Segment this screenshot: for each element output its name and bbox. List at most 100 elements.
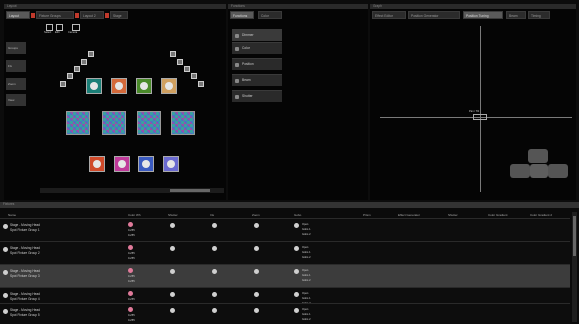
shutter-icon[interactable] bbox=[170, 292, 175, 297]
spot-fixture-left-5[interactable] bbox=[60, 81, 66, 87]
gobo-open[interactable]: Open bbox=[302, 246, 308, 249]
gobo-icon[interactable] bbox=[294, 292, 299, 297]
color-wheel-icon[interactable] bbox=[128, 245, 133, 250]
gobo-1[interactable]: Gobo 1 bbox=[302, 313, 311, 316]
gobo-open[interactable]: Open bbox=[302, 223, 308, 226]
zoom-icon[interactable] bbox=[254, 269, 259, 274]
pad-top-key[interactable] bbox=[528, 149, 548, 163]
gobo-1[interactable]: Gobo 1 bbox=[302, 251, 311, 254]
gobo-2[interactable]: Gobo 2 bbox=[302, 279, 311, 282]
tab-effect-editor[interactable]: Effect Editor bbox=[372, 11, 406, 19]
zoom-icon[interactable] bbox=[254, 223, 259, 228]
tab-position-tuning[interactable]: Position Tuning bbox=[463, 11, 503, 19]
table-row[interactable]: Stage - Moving Head Spot Fixture Group 5… bbox=[0, 303, 570, 324]
zoom-icon[interactable] bbox=[254, 246, 259, 251]
tab-layout[interactable]: Layout bbox=[6, 11, 30, 19]
gobo-1[interactable]: Gobo 1 bbox=[302, 297, 311, 300]
spot-fixture-left-1[interactable] bbox=[88, 51, 94, 57]
pad-mid-key[interactable] bbox=[530, 164, 548, 178]
gobo-icon[interactable] bbox=[294, 269, 299, 274]
select-tool-icon[interactable] bbox=[46, 24, 53, 31]
led-matrix-3[interactable] bbox=[137, 111, 161, 135]
gobo-open[interactable]: Open bbox=[302, 308, 308, 311]
gobo-icon[interactable] bbox=[294, 246, 299, 251]
gobo-2[interactable]: Gobo 2 bbox=[302, 233, 311, 236]
moving-head-4[interactable] bbox=[161, 78, 177, 94]
graph-center-handle[interactable] bbox=[473, 114, 487, 120]
gobo-open[interactable]: Open bbox=[302, 269, 308, 272]
row-indicator-icon bbox=[3, 270, 8, 275]
gobo-open[interactable]: Open bbox=[302, 292, 308, 295]
moving-head-3[interactable] bbox=[136, 78, 152, 94]
moving-head-5[interactable] bbox=[89, 156, 105, 172]
table-row[interactable]: Stage - Moving Head Spot Fixture Group 2… bbox=[0, 241, 570, 264]
iris-icon[interactable] bbox=[212, 246, 217, 251]
gobo-icon[interactable] bbox=[294, 223, 299, 228]
shutter-icon[interactable] bbox=[170, 308, 175, 313]
tab-layout-2[interactable]: Layout 2 bbox=[80, 11, 104, 19]
moving-head-6[interactable] bbox=[114, 156, 130, 172]
table-scrollbar[interactable] bbox=[572, 212, 577, 322]
table-row[interactable]: Stage - Moving Head Spot Fixture Group 1… bbox=[0, 218, 570, 241]
function-beam[interactable]: Beam bbox=[232, 74, 282, 86]
pad-left-key[interactable] bbox=[510, 164, 530, 178]
spot-fixture-right-5[interactable] bbox=[198, 81, 204, 87]
camera-tool-icon[interactable] bbox=[72, 24, 80, 31]
function-color[interactable]: Color bbox=[232, 42, 282, 54]
spot-fixture-left-4[interactable] bbox=[67, 73, 73, 79]
function-position[interactable]: Position bbox=[232, 58, 282, 70]
gobo-2[interactable]: Gobo 2 bbox=[302, 318, 311, 321]
color-wheel-icon[interactable] bbox=[128, 307, 133, 312]
scroll-thumb[interactable] bbox=[170, 189, 210, 192]
side-fix[interactable]: Fix bbox=[6, 60, 26, 72]
side-view[interactable]: View bbox=[6, 94, 26, 106]
iris-icon[interactable] bbox=[212, 223, 217, 228]
gobo-icon[interactable] bbox=[294, 308, 299, 313]
tab-functions[interactable]: Functions bbox=[230, 11, 254, 19]
spot-fixture-left-3[interactable] bbox=[74, 66, 80, 72]
gobo-2[interactable]: Gobo 2 bbox=[302, 256, 311, 259]
moving-head-1[interactable] bbox=[86, 78, 102, 94]
tab-stage[interactable]: Stage bbox=[110, 11, 128, 19]
functions-title: Functions bbox=[231, 4, 245, 8]
moving-head-8[interactable] bbox=[163, 156, 179, 172]
led-matrix-2[interactable] bbox=[102, 111, 126, 135]
spot-fixture-right-3[interactable] bbox=[184, 66, 190, 72]
color-wheel-icon[interactable] bbox=[128, 291, 133, 296]
spot-fixture-right-4[interactable] bbox=[191, 73, 197, 79]
gobo-1[interactable]: Gobo 1 bbox=[302, 274, 311, 277]
side-groups[interactable]: Groups bbox=[6, 42, 26, 54]
tab-timing[interactable]: Timing bbox=[528, 11, 550, 19]
moving-head-2[interactable] bbox=[111, 78, 127, 94]
spot-fixture-left-2[interactable] bbox=[81, 59, 87, 65]
zoom-icon[interactable] bbox=[254, 292, 259, 297]
shutter-icon[interactable] bbox=[170, 223, 175, 228]
shutter-icon[interactable] bbox=[170, 246, 175, 251]
iris-icon[interactable] bbox=[212, 308, 217, 313]
position-pad[interactable] bbox=[510, 144, 570, 190]
spot-fixture-right-2[interactable] bbox=[177, 59, 183, 65]
tab-position-generator[interactable]: Position Generator bbox=[408, 11, 460, 19]
side-zoom[interactable]: Zoom bbox=[6, 78, 26, 90]
led-matrix-1[interactable] bbox=[66, 111, 90, 135]
gobo-1[interactable]: Gobo 1 bbox=[302, 228, 311, 231]
table-row-selected[interactable]: Stage - Moving Head Spot Fixture Group 3… bbox=[0, 264, 570, 287]
zoom-icon[interactable] bbox=[254, 308, 259, 313]
function-shutter[interactable]: Shutter bbox=[232, 90, 282, 102]
color-wheel-icon[interactable] bbox=[128, 222, 133, 227]
horizontal-scrollbar[interactable] bbox=[40, 188, 224, 193]
iris-icon[interactable] bbox=[212, 292, 217, 297]
pad-right-key[interactable] bbox=[548, 164, 568, 178]
tab-fixture-groups[interactable]: Fixture Groups bbox=[36, 11, 74, 19]
tab-beam[interactable]: Beam bbox=[506, 11, 526, 19]
function-dimmer[interactable]: Dimmer bbox=[232, 29, 282, 41]
table-scroll-thumb[interactable] bbox=[573, 216, 576, 256]
tab-color[interactable]: Color bbox=[258, 11, 282, 19]
color-wheel-icon[interactable] bbox=[128, 268, 133, 273]
iris-icon[interactable] bbox=[212, 269, 217, 274]
spot-fixture-right-1[interactable] bbox=[170, 51, 176, 57]
edit-tool-icon[interactable] bbox=[56, 24, 63, 31]
moving-head-7[interactable] bbox=[138, 156, 154, 172]
led-matrix-4[interactable] bbox=[171, 111, 195, 135]
shutter-icon[interactable] bbox=[170, 269, 175, 274]
